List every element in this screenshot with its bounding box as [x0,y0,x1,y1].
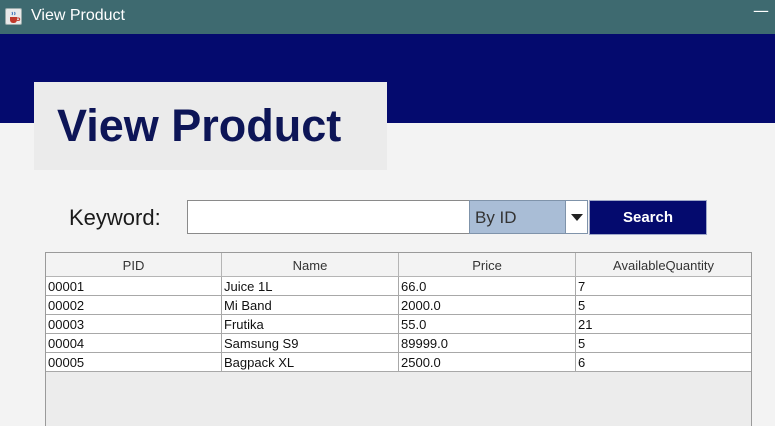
dropdown-arrow-button[interactable] [565,201,587,233]
cell-quantity: 5 [578,336,586,351]
cell-quantity: 7 [578,279,586,294]
table-row[interactable]: 00005 Bagpack XL 2500.0 6 [46,353,751,372]
cell-pid: 00004 [46,334,222,352]
title-bar: View Product — [0,0,775,34]
cell-price: 66.0 [399,277,576,295]
minimize-button[interactable]: — [753,3,769,21]
cell-price: 2500.0 [399,353,576,371]
cell-name: Frutika [222,315,399,333]
window-title: View Product [31,7,125,24]
cell-quantity: 21 [578,317,593,332]
column-header-price[interactable]: Price [399,253,576,277]
keyword-input[interactable] [187,200,470,234]
cell-pid: 00001 [46,277,222,295]
cell-pid: 00003 [46,315,222,333]
cell-name: Juice 1L [222,277,399,295]
table-row[interactable]: 00002 Mi Band 2000.0 5 [46,296,751,315]
cell-name: Samsung S9 [222,334,399,352]
table-row[interactable]: 00004 Samsung S9 89999.0 5 [46,334,751,353]
table-row[interactable]: 00003 Frutika 55.0 21 [46,315,751,334]
page-title: View Product [57,100,342,151]
search-mode-dropdown[interactable]: By ID [469,200,588,234]
table-row[interactable]: 00001 Juice 1L 66.0 7 [46,277,751,296]
cell-price: 55.0 [399,315,576,333]
column-header-quantity[interactable]: AvailableQuantity [576,253,751,277]
cell-quantity: 5 [578,298,586,313]
product-table[interactable]: PID Name Price AvailableQuantity 00001 J… [45,252,752,426]
java-coffee-cup-icon [5,8,22,25]
search-button[interactable]: Search [589,200,707,235]
cell-name: Bagpack XL [222,353,399,371]
cell-price: 2000.0 [399,296,576,314]
column-header-name[interactable]: Name [222,253,399,277]
column-header-pid[interactable]: PID [46,253,222,277]
cell-pid: 00002 [46,296,222,314]
cell-quantity: 6 [578,355,586,370]
table-body: 00001 Juice 1L 66.0 7 00002 Mi Band 2000… [46,277,751,372]
keyword-label: Keyword: [69,205,161,230]
cell-price: 89999.0 [399,334,576,352]
heading-panel: View Product [34,82,387,170]
search-mode-value: By ID [475,208,517,227]
chevron-down-icon [571,214,583,221]
cell-name: Mi Band [222,296,399,314]
table-header: PID Name Price AvailableQuantity [46,253,751,277]
cell-pid: 00005 [46,353,222,371]
